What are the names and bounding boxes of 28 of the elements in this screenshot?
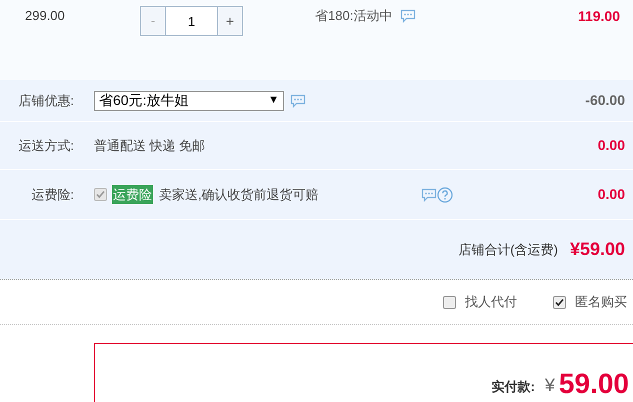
chat-icon[interactable] [421, 188, 437, 202]
row-amount: -60.00 [585, 91, 625, 110]
row-amount: 0.00 [598, 185, 625, 204]
option-checkbox[interactable] [443, 296, 456, 308]
promo-text: 省180:活动中 [315, 7, 392, 25]
quantity-field[interactable]: 1 [166, 6, 217, 36]
total-label: 店铺合计(含运费) [458, 240, 558, 259]
field-label: 店铺优惠: [17, 92, 75, 110]
discount-dropdown[interactable]: 省60元:放牛姐 ▼ [94, 90, 284, 110]
chat-icon[interactable] [400, 8, 416, 23]
option-label: 匿名购买 [575, 293, 627, 312]
payment-amount: 59.00 [558, 368, 629, 400]
insurance-note: 卖家送,确认收货前退货可赔 [159, 186, 320, 204]
original-price: 299.00 [25, 7, 66, 25]
insurance-tag: 运费险 [112, 184, 153, 204]
help-icon[interactable] [437, 186, 453, 202]
increase-button[interactable]: + [217, 6, 243, 36]
item-subtotal: 119.00 [578, 7, 620, 26]
row-amount: 0.00 [598, 136, 625, 155]
chat-icon[interactable] [290, 94, 306, 108]
option-checkbox[interactable] [553, 296, 566, 308]
total-amount: ¥59.00 [570, 238, 625, 261]
field-label: 运送方式: [17, 136, 75, 155]
currency-symbol: ¥ [544, 374, 555, 397]
option-label: 找人代付 [465, 293, 517, 312]
shipping-method: 普通配送 快递 免邮 [94, 136, 206, 155]
field-label: 运费险: [30, 186, 75, 204]
payment-label: 实付款: [492, 378, 535, 396]
